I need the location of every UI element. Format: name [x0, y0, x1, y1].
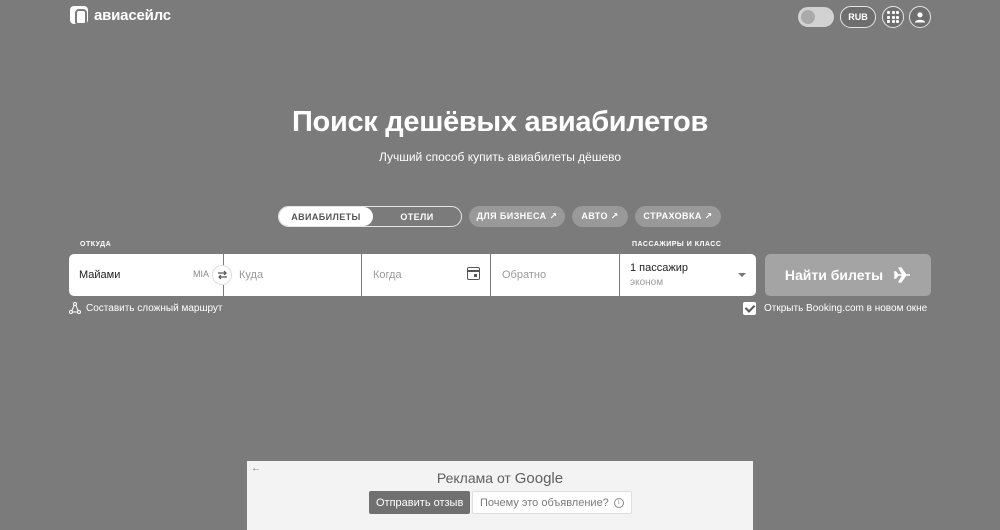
booking-checkbox[interactable] — [743, 302, 756, 315]
tab-flights[interactable]: АВИАБИЛЕТЫ — [279, 207, 373, 226]
route-icon — [69, 302, 81, 314]
ad-banner: ← Реклама от Google Отправить отзыв Поче… — [247, 461, 753, 530]
grid-icon — [887, 11, 899, 23]
ad-title: Реклама от Google — [247, 470, 753, 487]
insurance-link[interactable]: СТРАХОВКА ↗ — [635, 206, 721, 227]
passengers-label: ПАССАЖИРЫ И КЛАСС — [632, 241, 722, 248]
auto-link[interactable]: АВТО ↗ — [572, 206, 628, 227]
origin-value: Майами — [79, 269, 121, 281]
passengers-field[interactable]: 1 пассажир эконом — [620, 254, 756, 296]
origin-field[interactable]: Майами MIA — [69, 254, 232, 296]
from-label: ОТКУДА — [80, 241, 112, 248]
logo-icon — [70, 6, 88, 25]
complex-route-label: Составить сложный маршрут — [86, 302, 223, 314]
origin-code: MIA — [192, 269, 209, 279]
passengers-count: 1 пассажир — [630, 262, 688, 274]
apps-button[interactable] — [882, 6, 904, 28]
search-form: Майами MIA Куда Когда Обратно 1 пассажир… — [69, 254, 757, 296]
ad-why-button[interactable]: Почему это объявление? i — [472, 491, 632, 514]
return-date-placeholder: Обратно — [502, 269, 547, 281]
depart-date-placeholder: Когда — [373, 269, 402, 281]
page-subtitle: Лучший способ купить авиабилеты дёшево — [378, 150, 622, 164]
return-date-field[interactable]: Обратно — [491, 254, 619, 296]
destination-field[interactable]: Куда — [224, 254, 361, 296]
ad-why-label: Почему это объявление? — [480, 496, 609, 509]
calendar-icon — [467, 267, 480, 280]
ad-title-prefix: Реклама от — [436, 470, 511, 486]
search-button-label: Найти билеты — [784, 267, 884, 283]
swap-button[interactable] — [212, 265, 232, 285]
ad-feedback-button[interactable]: Отправить отзыв — [369, 491, 471, 514]
theme-toggle[interactable] — [798, 7, 834, 27]
travel-class: эконом — [630, 277, 664, 288]
plane-icon — [893, 267, 911, 283]
booking-checkbox-label: Открыть Booking.com в новом окне — [764, 303, 928, 314]
tab-hotels[interactable]: ОТЕЛИ — [373, 207, 461, 226]
destination-placeholder: Куда — [239, 269, 264, 281]
currency-button[interactable]: RUB — [840, 6, 876, 28]
complex-route-link[interactable]: Составить сложный маршрут — [69, 302, 223, 314]
depart-date-field[interactable]: Когда — [362, 254, 490, 296]
booking-option[interactable]: Открыть Booking.com в новом окне — [743, 302, 927, 315]
logo-text: авиасейлс — [94, 6, 171, 24]
page-title: Поиск дешёвых авиабилетов — [291, 106, 708, 138]
ad-title-brand: Google — [514, 470, 564, 487]
search-type-tabs: АВИАБИЛЕТЫ ОТЕЛИ — [278, 206, 462, 227]
chevron-down-icon — [738, 273, 746, 277]
logo[interactable]: авиасейлс — [70, 6, 171, 25]
user-icon — [915, 12, 925, 23]
business-link[interactable]: ДЛЯ БИЗНЕСА ↗ — [469, 206, 565, 227]
swap-icon — [217, 270, 227, 280]
info-icon: i — [613, 497, 624, 508]
profile-button[interactable] — [909, 6, 931, 28]
search-button[interactable]: Найти билеты — [765, 254, 931, 296]
